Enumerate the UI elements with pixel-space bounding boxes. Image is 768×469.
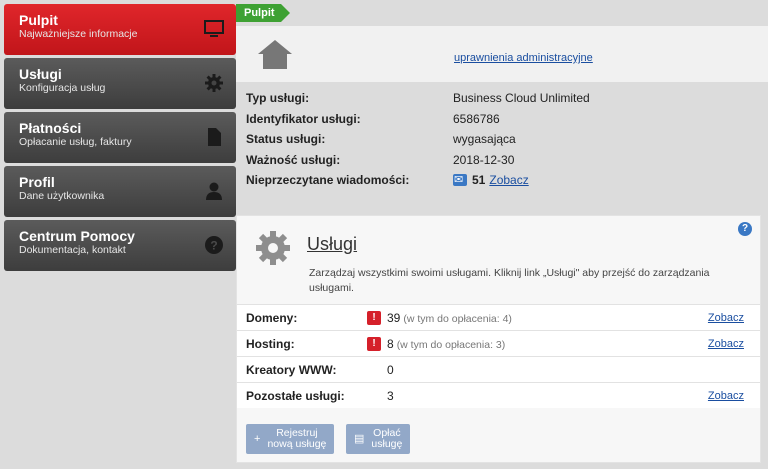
pay-button-line2: usługę <box>371 438 403 450</box>
svg-text:?: ? <box>210 239 217 253</box>
unread-messages-label: Nieprzeczytane wiadomości: <box>246 173 410 187</box>
service-row-note: (w tym do opłacenia: 3) <box>396 338 506 351</box>
service-type-value: Business Cloud Unlimited <box>453 91 590 106</box>
services-panel: ? Usługi Zarządzaj wszystkimi swoimi usł… <box>236 215 761 463</box>
help-icon[interactable]: ? <box>738 222 752 236</box>
unread-messages-count: 51 <box>472 173 486 188</box>
table-row: Domeny: ! 39 (w tym do opłacenia: 4) Zoba… <box>237 304 760 330</box>
service-row-name: Hosting: <box>246 336 295 351</box>
document-icon: ▤ <box>354 432 365 445</box>
table-row: Kreatory WWW: 0 <box>237 356 760 382</box>
service-row-name: Pozostałe usługi: <box>246 388 345 403</box>
service-row-count: 39 <box>387 310 401 325</box>
warning-icon: ! <box>367 336 381 351</box>
service-row-name: Kreatory WWW: <box>246 362 337 377</box>
sidebar-item-uslugi[interactable]: Usługi Konfiguracja usług <box>4 58 236 109</box>
sidebar-item-profil[interactable]: Profil Dane użytkownika <box>4 166 236 217</box>
services-table: Domeny: ! 39 (w tym do opłacenia: 4) Zoba… <box>237 304 760 408</box>
service-status-value: wygasająca <box>453 132 516 147</box>
service-info: Typ usługi: Business Cloud Unlimited Ide… <box>246 88 746 191</box>
view-domains-link[interactable]: Zobacz <box>708 312 744 324</box>
services-title-link[interactable]: Usługi <box>307 234 357 255</box>
sidebar: Pulpit Najważniejsze informacje Usługi K… <box>4 4 236 274</box>
account-header: uprawnienia administracyjne <box>236 26 768 82</box>
table-row: Hosting: ! 8 (w tym do opłacenia: 3) Zoba… <box>237 330 760 356</box>
service-row-note: (w tym do opłacenia: 4) <box>403 312 512 325</box>
sidebar-item-platnosci[interactable]: Płatności Opłacanie usług, faktury <box>4 112 236 163</box>
service-validity-value: 2018-12-30 <box>453 152 515 167</box>
service-id-label: Identyfikator usługi: <box>246 111 361 126</box>
breadcrumb[interactable]: Pulpit <box>236 4 290 22</box>
gear-icon <box>256 231 290 265</box>
service-row-count: 3 <box>387 388 394 403</box>
register-service-button[interactable]: + Rejestruj nową usługę <box>246 424 335 454</box>
view-other-services-link[interactable]: Zobacz <box>708 390 744 402</box>
user-icon <box>206 182 222 200</box>
home-icon <box>258 40 292 69</box>
help-icon: ? <box>205 236 223 254</box>
mail-icon <box>453 170 467 190</box>
service-validity-label: Ważność usługi: <box>246 152 341 167</box>
service-row-count: 8 <box>387 336 394 351</box>
services-description: Zarządzaj wszystkimi swoimi usługami. Kl… <box>309 267 710 294</box>
register-button-line2: nową usługę <box>267 438 327 450</box>
monitor-icon <box>204 20 224 37</box>
view-hosting-link[interactable]: Zobacz <box>708 338 744 350</box>
service-row-count: 0 <box>387 362 394 377</box>
sidebar-item-pulpit[interactable]: Pulpit Najważniejsze informacje <box>4 4 236 55</box>
service-row-name: Domeny: <box>246 310 298 325</box>
service-type-label: Typ usługi: <box>246 91 310 105</box>
table-row: Pozostałe usługi: 3 Zobacz <box>237 382 760 408</box>
pay-service-button[interactable]: ▤ Opłać usługę <box>346 424 411 454</box>
warning-icon: ! <box>367 310 381 325</box>
plus-icon: + <box>254 432 261 445</box>
admin-permissions-link[interactable]: uprawnienia administracyjne <box>454 52 593 64</box>
view-messages-link[interactable]: Zobacz <box>489 170 528 190</box>
gear-icon <box>205 74 223 92</box>
service-id-value: 6586786 <box>453 111 500 126</box>
service-status-label: Status usługi: <box>246 132 326 146</box>
document-icon <box>208 128 221 146</box>
sidebar-item-centrum-pomocy[interactable]: Centrum Pomocy Dokumentacja, kontakt ? <box>4 220 236 271</box>
